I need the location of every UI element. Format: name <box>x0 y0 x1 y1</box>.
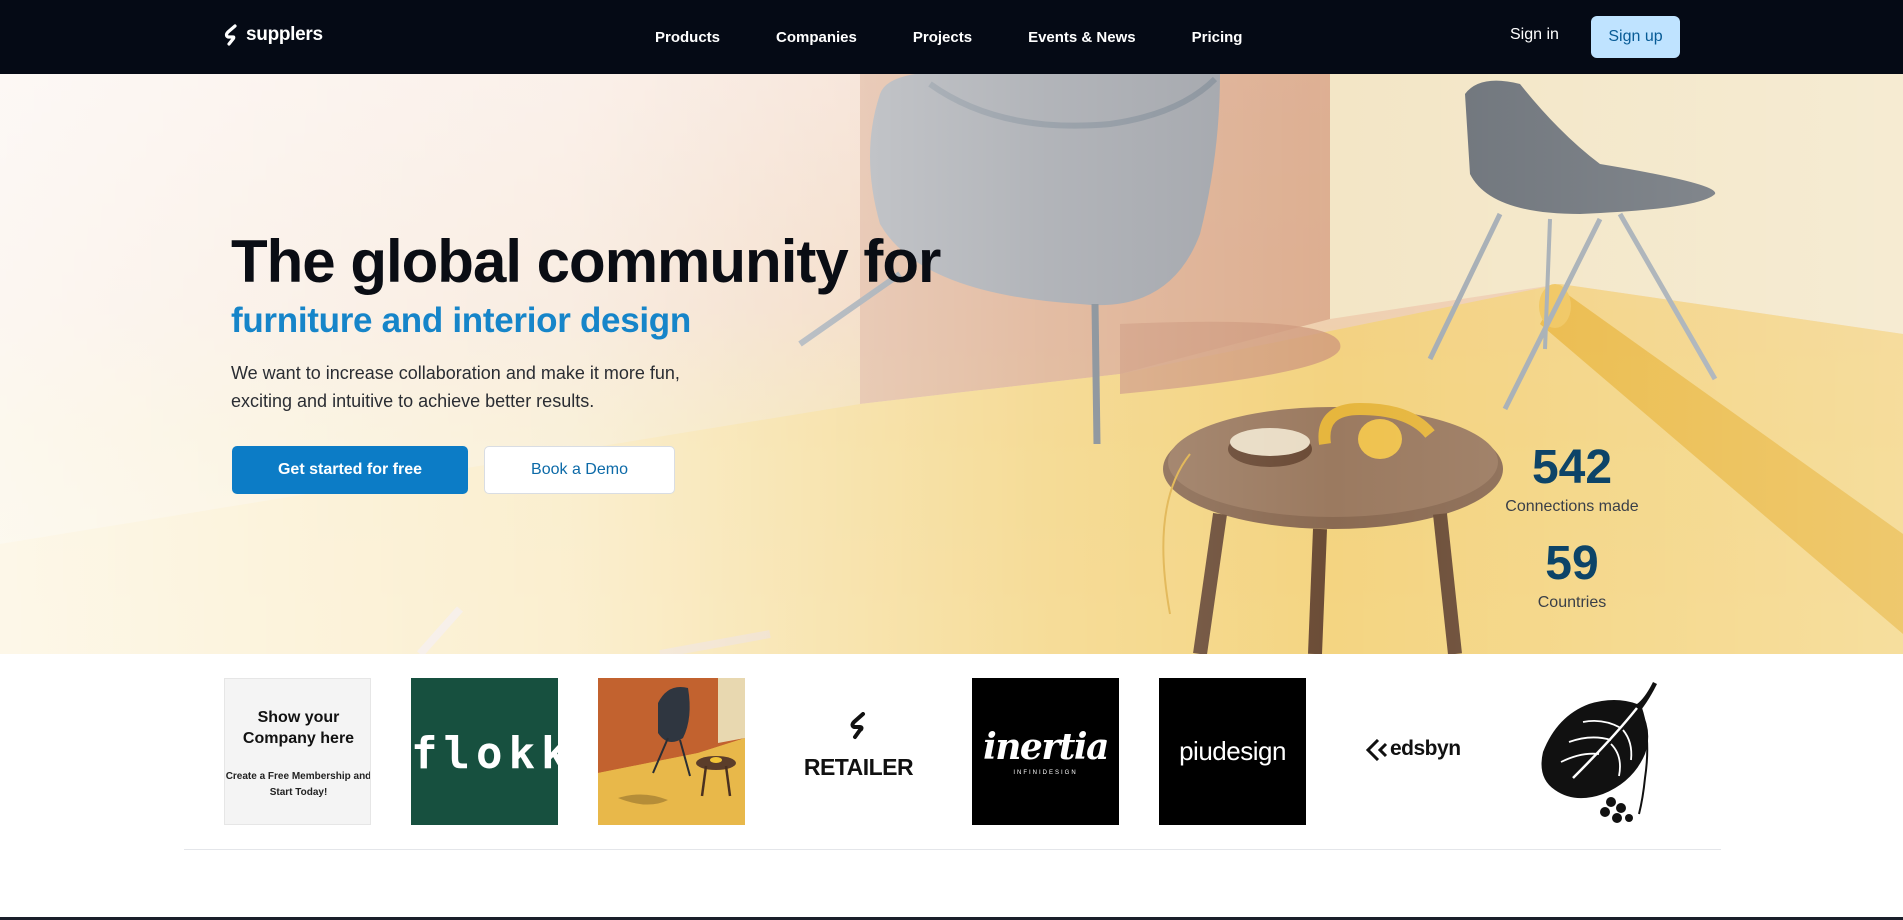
section-divider <box>184 849 1721 850</box>
book-demo-button[interactable]: Book a Demo <box>484 446 675 494</box>
stat-connections-value: 542 <box>1531 441 1613 494</box>
inertia-wordmark: inertia <box>983 726 1109 768</box>
stat-countries-label: Countries <box>1537 594 1607 611</box>
hero-section: The global community for furniture and i… <box>0 74 1903 654</box>
hero-description: We want to increase collaboration and ma… <box>231 363 680 411</box>
top-navbar: supplers Products Companies Projects Eve… <box>0 0 1903 74</box>
promo-tile[interactable]: Show your Company here Create a Free Mem… <box>224 678 371 825</box>
nav-products[interactable]: Products <box>655 29 720 46</box>
edsbyn-wordmark: edsbyn <box>1390 737 1461 760</box>
stat-connections: 542 Connections made <box>1492 444 1652 516</box>
hero-title: The global community for <box>231 228 941 295</box>
get-started-button[interactable]: Get started for free <box>232 446 468 494</box>
inertia-tagline: INFINIDESIGN <box>1013 770 1078 776</box>
supplers-logo-icon <box>224 24 237 46</box>
stat-countries-value: 59 <box>1545 537 1599 590</box>
partner-logo-photo[interactable] <box>598 678 745 825</box>
partner-logo-piudesign[interactable]: piudesign <box>1159 678 1306 825</box>
stat-countries: 59 Countries <box>1492 540 1652 612</box>
nav-projects[interactable]: Projects <box>913 29 972 46</box>
hero-subtitle: furniture and interior design <box>231 301 691 340</box>
stat-connections-label: Connections made <box>1505 498 1639 515</box>
main-nav: Products Companies Projects Events & New… <box>655 0 1298 74</box>
partner-logos: Show your Company here Create a Free Mem… <box>224 678 1724 826</box>
furniture-photo-image <box>598 678 745 825</box>
signin-link[interactable]: Sign in <box>1510 26 1559 44</box>
nav-events-news[interactable]: Events & News <box>1028 29 1136 46</box>
brand-logo[interactable]: supplers <box>224 24 323 46</box>
partner-logo-inertia[interactable]: inertia INFINIDESIGN <box>972 678 1119 825</box>
brand-name: supplers <box>246 24 323 45</box>
piudesign-wordmark: piudesign <box>1179 736 1286 766</box>
promo-title: Show your Company here <box>242 709 355 747</box>
edsbyn-mark-icon <box>1366 739 1388 761</box>
leaf-logo-icon <box>1541 682 1657 823</box>
partner-logo-edsbyn[interactable]: edsbyn <box>1346 678 1493 825</box>
nav-companies[interactable]: Companies <box>776 29 857 46</box>
nav-pricing[interactable]: Pricing <box>1192 29 1243 46</box>
retailer-mark-icon <box>850 712 865 739</box>
partner-logo-leaf[interactable] <box>1533 678 1680 825</box>
flokk-wordmark: flokk <box>411 728 558 779</box>
retailer-wordmark: RETAILER <box>803 754 914 780</box>
partner-logo-flokk[interactable]: flokk <box>411 678 558 825</box>
partner-logo-retailer[interactable]: RETAILER <box>785 678 932 825</box>
signup-button[interactable]: Sign up <box>1591 16 1680 58</box>
promo-subtitle: Create a Free Membership and Start Today… <box>225 771 371 798</box>
